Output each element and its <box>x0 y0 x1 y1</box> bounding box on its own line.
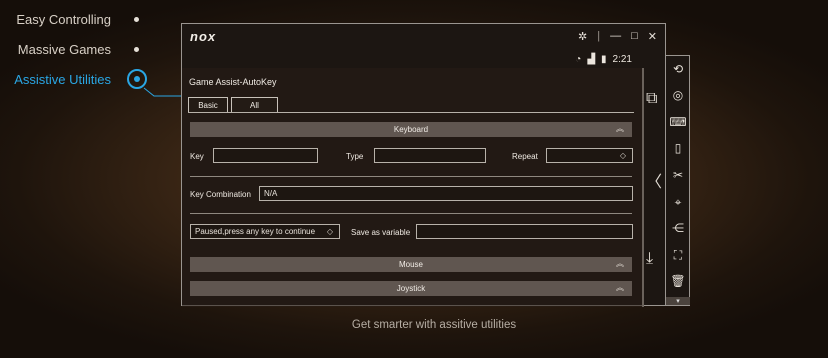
key-label: Key <box>190 152 204 161</box>
trash-icon[interactable]: ▯ <box>669 139 687 157</box>
minimize-icon[interactable]: — <box>610 30 621 42</box>
repeat-select[interactable]: ◇ <box>546 148 633 163</box>
app-title: Game Assist-AutoKey <box>189 77 277 87</box>
scissors-icon[interactable]: ✂ <box>669 166 687 184</box>
status-time: 2:21 <box>612 53 632 65</box>
chevron-left-icon[interactable]: 〈 <box>646 168 662 192</box>
signal-icon: ▟ <box>587 53 596 65</box>
fullscreen-icon[interactable]: ⛶ <box>669 246 687 264</box>
tab-all[interactable]: All <box>231 97 278 112</box>
tab-bar: Basic All <box>188 97 281 112</box>
save-as-variable-input[interactable] <box>416 224 633 239</box>
maximize-icon[interactable]: □ <box>631 30 638 42</box>
caption-text: Get smarter with assitive utilities <box>351 319 517 331</box>
divider: | <box>597 30 601 42</box>
divider <box>190 176 632 177</box>
app-screen: Game Assist-AutoKey Basic All Keyboard ︽… <box>182 68 642 307</box>
type-input[interactable] <box>374 148 486 163</box>
record-icon[interactable]: ◎ <box>669 86 687 104</box>
section-mouse[interactable]: Mouse ︽ <box>190 257 632 272</box>
key-input[interactable] <box>213 148 318 163</box>
keyboard-icon[interactable]: ⌨ <box>669 113 687 131</box>
section-joystick[interactable]: Joystick ︽ <box>190 281 632 296</box>
key-combination-value: N/A <box>264 189 278 198</box>
battery-icon: ▮ <box>601 53 607 65</box>
section-joystick-label: Joystick <box>396 284 426 293</box>
side-toolbar: ⟲ ◎ ⌨ ▯ ✂ ⌖ ⋲ ⛶ 🗑 ▾ <box>666 55 690 306</box>
rotate-icon[interactable]: ⟲ <box>669 60 687 78</box>
location-icon[interactable]: ⌖ <box>669 193 687 211</box>
select-arrows-icon: ◇ <box>326 227 333 236</box>
section-keyboard[interactable]: Keyboard ︽ <box>190 122 632 137</box>
title-bar: nox ✲ | — □ ✕ <box>182 24 665 48</box>
tab-basic[interactable]: Basic <box>188 97 228 112</box>
delete-icon[interactable]: 🗑 <box>669 272 687 290</box>
collapse-chevron-icon[interactable]: ︽ <box>616 282 624 293</box>
pause-mode-select[interactable]: Paused,press any key to continue ◇ <box>190 224 340 239</box>
pause-mode-value: Paused,press any key to continue <box>195 227 316 236</box>
copy-icon[interactable]: ⧉ <box>646 90 657 108</box>
section-keyboard-label: Keyboard <box>393 125 429 134</box>
divider <box>190 213 632 214</box>
save-as-variable-label: Save as variable <box>351 228 411 237</box>
connector-line <box>143 87 181 97</box>
key-combination-label: Key Combination <box>190 190 251 199</box>
share-icon[interactable]: ⋲ <box>669 219 687 237</box>
swipe-down-icon[interactable]: ⤓ <box>646 250 653 268</box>
wifi-icon: ◔ <box>575 53 582 65</box>
tab-underline <box>188 112 634 113</box>
scroll-track[interactable] <box>642 68 644 307</box>
key-combination-input[interactable]: N/A <box>259 186 633 201</box>
repeat-label: Repeat <box>512 152 538 161</box>
select-arrows-icon: ◇ <box>619 151 626 160</box>
android-status-bar: ◔ ▟ ▮ 2:21 <box>182 52 642 66</box>
window-controls: ✲ | — □ ✕ <box>578 30 657 43</box>
emulator-window: nox ✲ | — □ ✕ ◔ ▟ ▮ 2:21 Game Assist-Aut… <box>181 23 666 307</box>
expand-more-icon[interactable]: ▾ <box>666 297 690 305</box>
nox-logo: nox <box>190 28 217 44</box>
section-mouse-label: Mouse <box>398 260 423 269</box>
type-label: Type <box>346 152 364 161</box>
collapse-chevron-icon[interactable]: ︽ <box>616 123 624 134</box>
collapse-chevron-icon[interactable]: ︽ <box>616 258 624 269</box>
settings-icon[interactable]: ✲ <box>578 30 587 43</box>
close-icon[interactable]: ✕ <box>648 30 657 43</box>
